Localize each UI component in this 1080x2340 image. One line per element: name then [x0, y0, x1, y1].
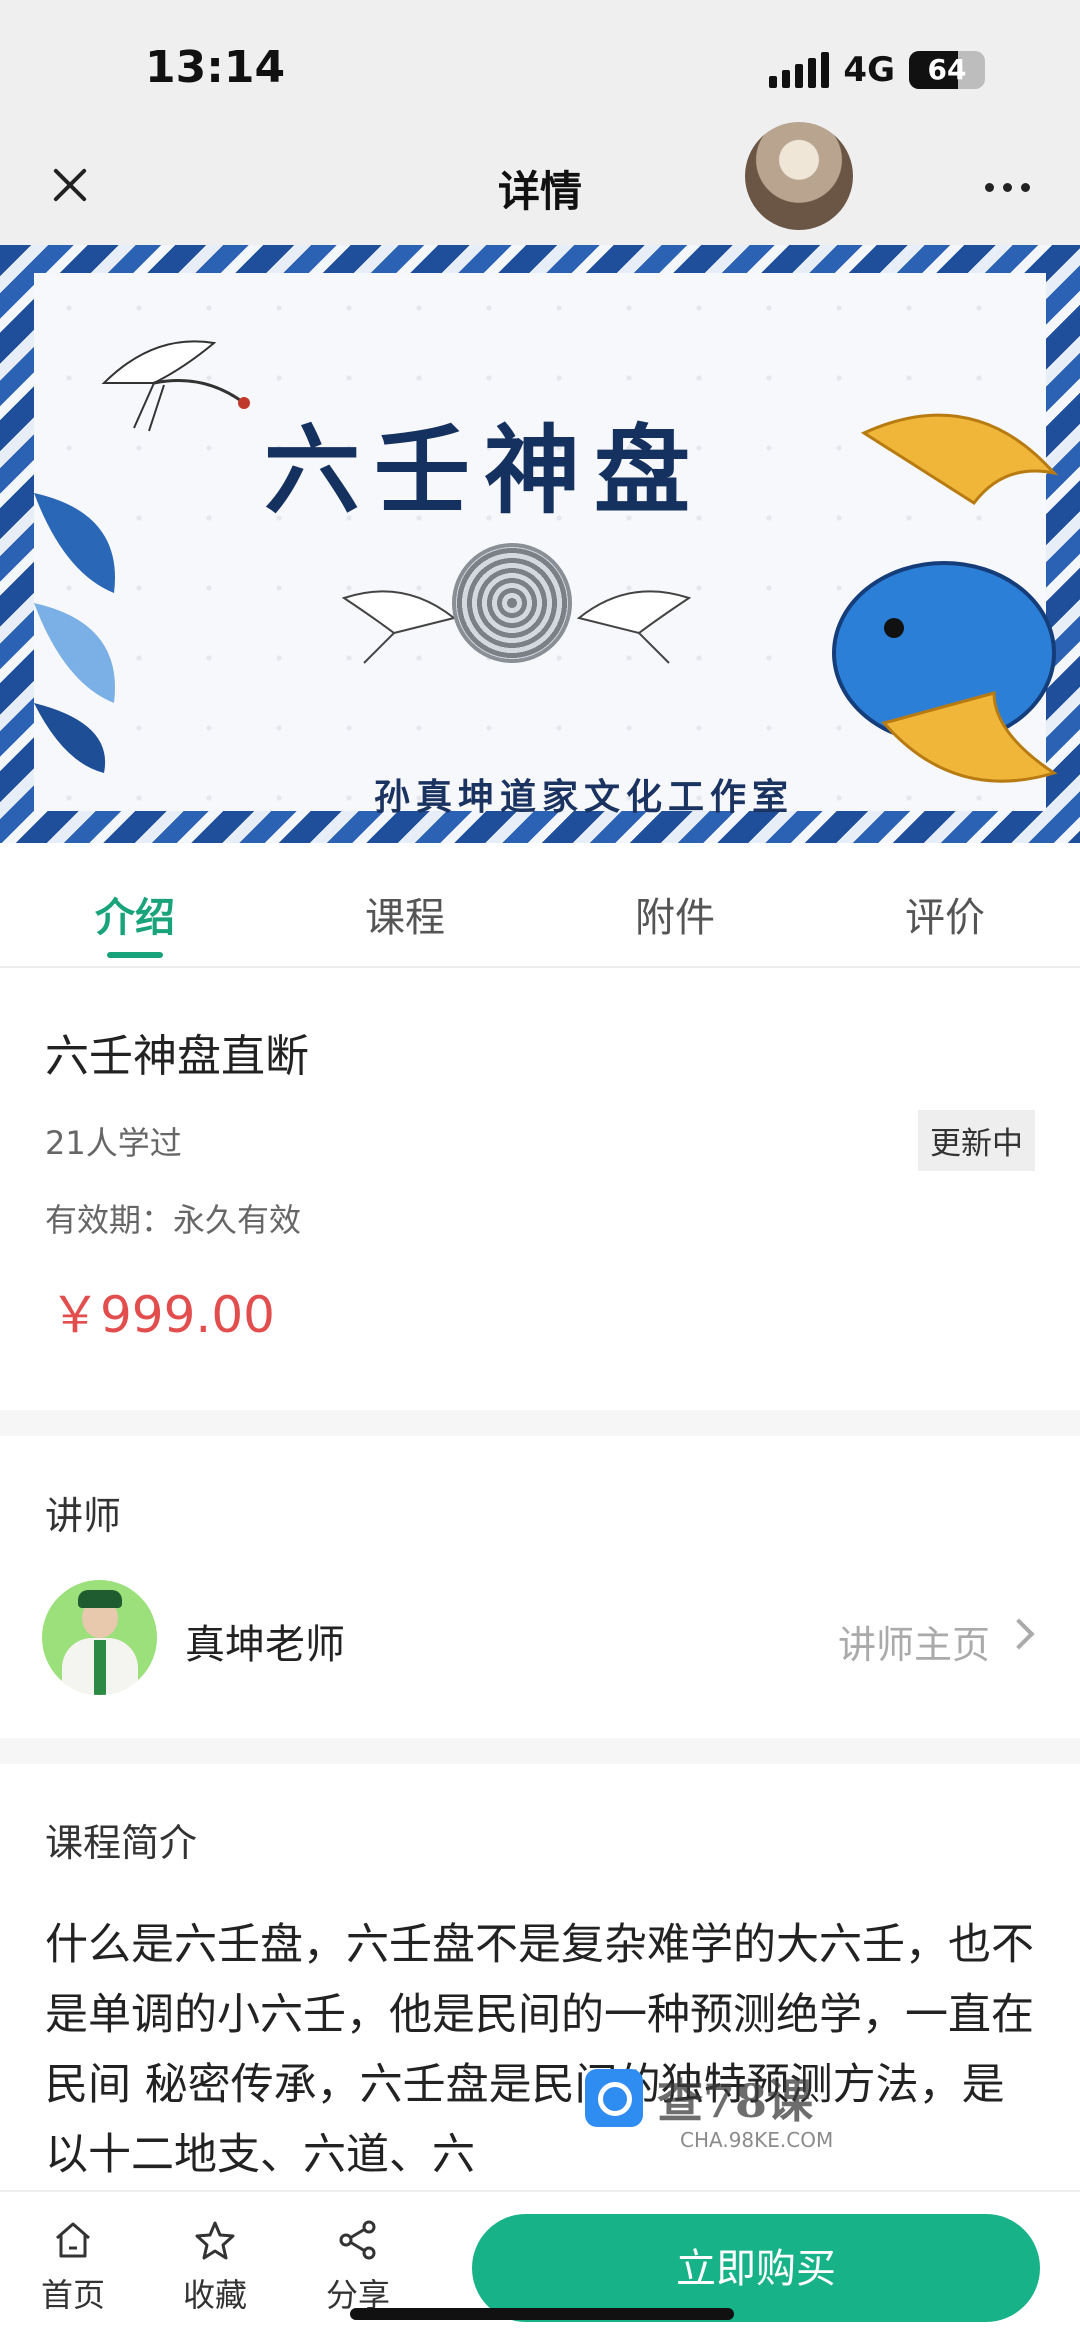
course-description: 什么是六壬盘，六壬盘不是复杂难学的大六壬，也不 是单调的小六壬，他是民间的一种预… — [45, 1920, 1034, 2180]
tab-attachments[interactable]: 附件 — [540, 843, 810, 966]
status-time: 13:14 — [145, 42, 286, 93]
watermark: 查78课 — [585, 2065, 813, 2131]
status-indicators: 4G 64 — [769, 50, 985, 90]
koi-fish-icon — [832, 413, 1059, 783]
network-type: 4G — [843, 50, 895, 90]
home-button[interactable]: 首页 — [18, 2218, 128, 2316]
share-button[interactable]: 分享 — [303, 2218, 413, 2316]
course-banner: 六壬神盘 孙真坤道家文化工作室 — [0, 245, 1080, 843]
course-title: 六壬神盘直断 — [45, 1031, 309, 1082]
tab-bar: 介绍 课程 附件 评价 — [0, 843, 1080, 968]
divination-disc — [452, 543, 572, 663]
validity-text: 有效期：永久有效 — [45, 1201, 302, 1239]
avatar[interactable] — [745, 122, 853, 230]
watermark-logo-icon — [585, 2069, 643, 2127]
intro-section-title: 课程简介 — [45, 1821, 198, 1865]
share-icon — [339, 2220, 376, 2260]
buy-now-button[interactable]: 立即购买 — [472, 2214, 1040, 2322]
watermark-url: CHA.98KE.COM — [680, 2128, 834, 2152]
watermark-text: 查78课 — [657, 2074, 814, 2128]
teacher-section-title: 讲师 — [45, 1494, 122, 1538]
banner-title: 六壬神盘 — [264, 414, 704, 527]
status-badge: 更新中 — [918, 1110, 1035, 1171]
section-divider — [0, 1738, 1080, 1764]
learner-count: 21人学过 — [45, 1124, 182, 1162]
section-divider — [0, 1410, 1080, 1436]
battery-level: 64 — [927, 53, 967, 86]
tab-intro[interactable]: 介绍 — [0, 843, 270, 966]
home-icon — [56, 2222, 90, 2258]
crane-icon — [101, 340, 250, 432]
home-indicator — [350, 2308, 734, 2320]
signal-icon — [769, 52, 830, 88]
tab-reviews[interactable]: 评价 — [810, 843, 1080, 966]
star-icon — [195, 2221, 235, 2260]
teacher-homepage-link[interactable]: 讲师主页 — [838, 1614, 990, 1669]
chevron-right-icon[interactable] — [1003, 1618, 1035, 1650]
favorite-button[interactable]: 收藏 — [160, 2218, 270, 2316]
banner-panel: 六壬神盘 孙真坤道家文化工作室 — [34, 273, 1059, 818]
tab-lessons[interactable]: 课程 — [270, 843, 540, 966]
favorite-label: 收藏 — [182, 2276, 247, 2314]
crane-icon — [576, 590, 692, 664]
price: ￥999.00 — [50, 1286, 275, 1344]
more-icon[interactable] — [985, 183, 1030, 192]
banner-subtitle: 孙真坤道家文化工作室 — [374, 776, 795, 818]
crane-icon — [341, 590, 457, 664]
top-bar: 13:14 4G 64 详情 — [0, 0, 1080, 245]
teacher-name[interactable]: 真坤老师 — [185, 1612, 345, 1670]
battery-icon: 64 — [909, 51, 985, 89]
leaf-decoration-icon — [34, 493, 115, 773]
page-title: 详情 — [497, 167, 582, 216]
teacher-avatar[interactable] — [42, 1580, 157, 1695]
home-label: 首页 — [40, 2276, 105, 2314]
